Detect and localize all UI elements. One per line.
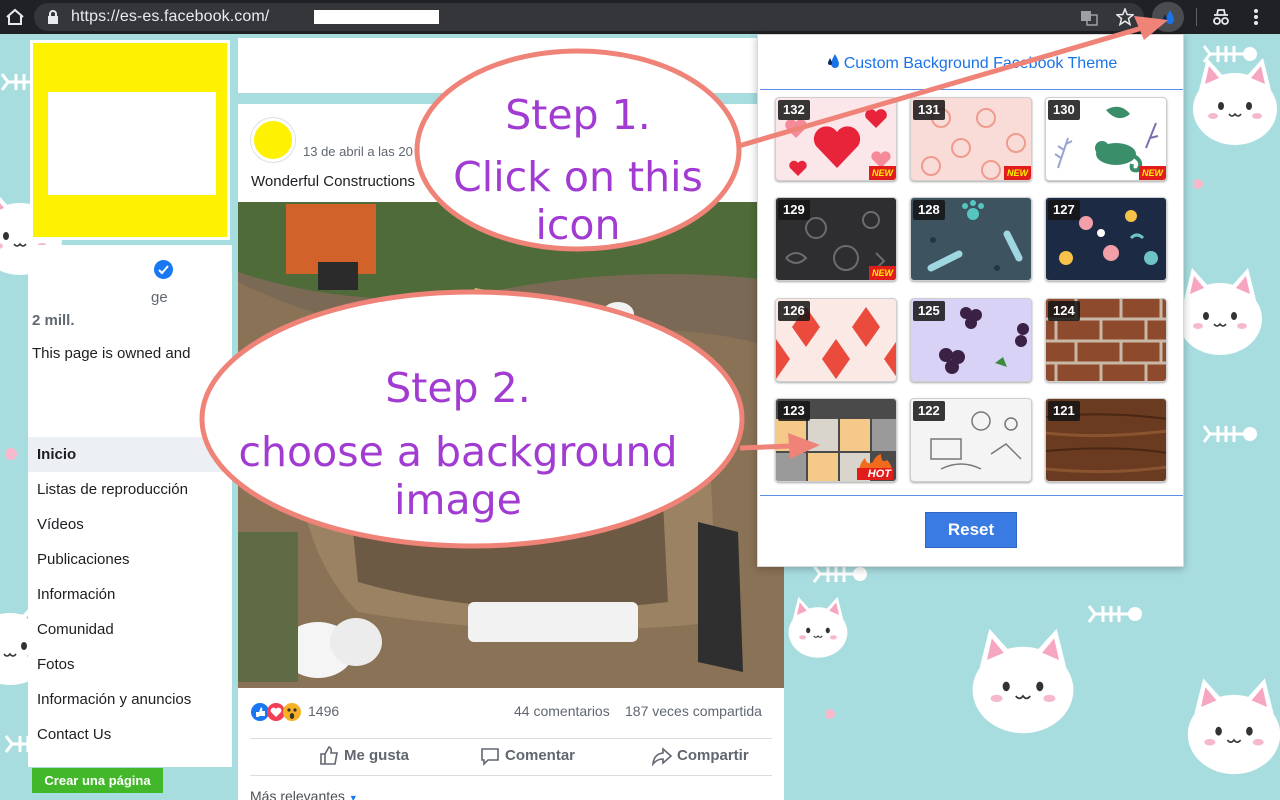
thumbs-up-icon — [320, 746, 338, 765]
theme-number: 121 — [1048, 401, 1080, 421]
page-info: ge 2 mill. This page is owned and — [28, 245, 232, 437]
theme-thumb-124[interactable]: 124 — [1045, 298, 1167, 382]
post-text: Wonderful Constructions — [251, 173, 415, 190]
step1-text: Click on this icon — [453, 153, 703, 249]
nav-item-videos[interactable]: Vídeos — [28, 507, 232, 542]
page-ownership-text: This page is owned and — [32, 345, 191, 362]
new-badge: NEW — [1139, 166, 1166, 180]
theme-thumb-123[interactable]: 123 HOT — [775, 398, 897, 482]
theme-number: 129 — [778, 200, 810, 220]
menu-kebab-icon[interactable] — [1248, 7, 1264, 27]
theme-thumb-127[interactable]: 127 — [1045, 197, 1167, 281]
theme-thumb-128[interactable]: 128 — [910, 197, 1032, 281]
incognito-icon[interactable] — [1210, 6, 1232, 28]
reactions-count[interactable]: 1496 — [308, 703, 339, 719]
nav-item-photos[interactable]: Fotos — [28, 647, 232, 682]
comment-button[interactable]: Comentar — [481, 747, 576, 766]
profile-picture-redaction — [48, 92, 216, 195]
theme-number: 128 — [913, 200, 945, 220]
theme-thumb-121[interactable]: 121 — [1045, 398, 1167, 482]
caret-down-icon: ▼ — [348, 793, 358, 800]
comment-label: Comentar — [505, 747, 576, 764]
nav-item-contact[interactable]: Contact Us — [28, 717, 232, 752]
new-badge: NEW — [1004, 166, 1031, 180]
followers-count: 2 mill. — [32, 312, 75, 329]
popup-title: Custom Background Facebook Theme — [758, 53, 1185, 73]
extension-button[interactable] — [1152, 2, 1184, 32]
popup-divider — [760, 89, 1183, 90]
like-button[interactable]: Me gusta — [320, 746, 410, 765]
shares-count[interactable]: 187 veces compartida — [625, 703, 762, 719]
theme-number: 130 — [1048, 100, 1080, 120]
theme-thumb-130[interactable]: 130 NEW — [1045, 97, 1167, 181]
url-redaction — [314, 10, 439, 24]
step1-title: Step 1. — [505, 91, 651, 139]
reactions-icon[interactable] — [250, 702, 308, 722]
theme-number: 124 — [1048, 301, 1080, 321]
reset-button[interactable]: Reset — [925, 512, 1017, 548]
new-badge: NEW — [869, 266, 896, 280]
page-nav: Inicio Listas de reproducción Vídeos Pub… — [28, 437, 232, 767]
popup-divider — [760, 495, 1183, 496]
extension-popup: Custom Background Facebook Theme 132 NEW… — [757, 34, 1184, 567]
create-page-button[interactable]: Crear una página — [32, 768, 163, 793]
post-actions: Me gusta Comentar Compartir — [250, 738, 772, 776]
translate-icon[interactable] — [1080, 9, 1098, 27]
page-label-fragment: ge — [151, 289, 168, 306]
share-label: Compartir — [677, 747, 749, 764]
nav-item-playlists[interactable]: Listas de reproducción — [28, 472, 232, 507]
verified-badge-icon — [154, 260, 173, 279]
post-avatar[interactable] — [251, 118, 295, 162]
water-drop-icon — [827, 54, 839, 68]
nav-item-inicio[interactable]: Inicio — [28, 437, 232, 472]
profile-picture[interactable] — [30, 40, 230, 240]
theme-number: 123 — [778, 401, 810, 421]
browser-toolbar: https://es-es.facebook.com/ — [0, 0, 1280, 34]
water-drop-icon — [1163, 10, 1174, 24]
composer-card — [238, 38, 784, 93]
theme-thumb-129[interactable]: 129 NEW — [775, 197, 897, 281]
url-text[interactable]: https://es-es.facebook.com/ — [71, 8, 269, 26]
toolbar-divider — [1196, 8, 1197, 26]
like-label: Me gusta — [344, 747, 410, 764]
nav-item-ads-info[interactable]: Información y anuncios — [28, 682, 232, 717]
home-icon[interactable] — [4, 6, 26, 28]
comment-bubble-icon — [481, 748, 499, 766]
theme-number: 125 — [913, 301, 945, 321]
theme-number: 126 — [778, 301, 810, 321]
address-bar[interactable]: https://es-es.facebook.com/ — [34, 3, 1144, 31]
theme-number: 132 — [778, 100, 810, 120]
nav-item-info[interactable]: Información — [28, 577, 232, 612]
post-date[interactable]: 13 de abril a las 20 — [303, 144, 413, 159]
share-button[interactable]: Compartir — [651, 747, 749, 767]
theme-thumb-122[interactable]: 122 — [910, 398, 1032, 482]
theme-thumb-132[interactable]: 132 NEW — [775, 97, 897, 181]
theme-number: 127 — [1048, 200, 1080, 220]
step2-title: Step 2. — [385, 364, 531, 412]
comment-sort[interactable]: Más relevantes ▼ — [250, 788, 358, 800]
lock-icon — [48, 10, 58, 24]
step2-text: choose a background image — [238, 428, 678, 524]
new-badge: NEW — [869, 166, 896, 180]
theme-number: 131 — [913, 100, 945, 120]
post-stats: 1496 44 comentarios 187 veces compartida — [238, 698, 784, 726]
theme-thumb-125[interactable]: 125 — [910, 298, 1032, 382]
theme-thumb-126[interactable]: 126 — [775, 298, 897, 382]
nav-item-community[interactable]: Comunidad — [28, 612, 232, 647]
comment-sort-label: Más relevantes — [250, 788, 345, 800]
hot-badge-label: HOT — [867, 468, 891, 480]
popup-title-text: Custom Background Facebook Theme — [843, 55, 1118, 72]
theme-number: 122 — [913, 401, 945, 421]
nav-item-posts[interactable]: Publicaciones — [28, 542, 232, 577]
comments-count[interactable]: 44 comentarios — [514, 703, 610, 719]
share-arrow-icon — [651, 747, 673, 767]
theme-thumb-131[interactable]: 131 NEW — [910, 97, 1032, 181]
bookmark-star-icon[interactable] — [1116, 8, 1134, 26]
